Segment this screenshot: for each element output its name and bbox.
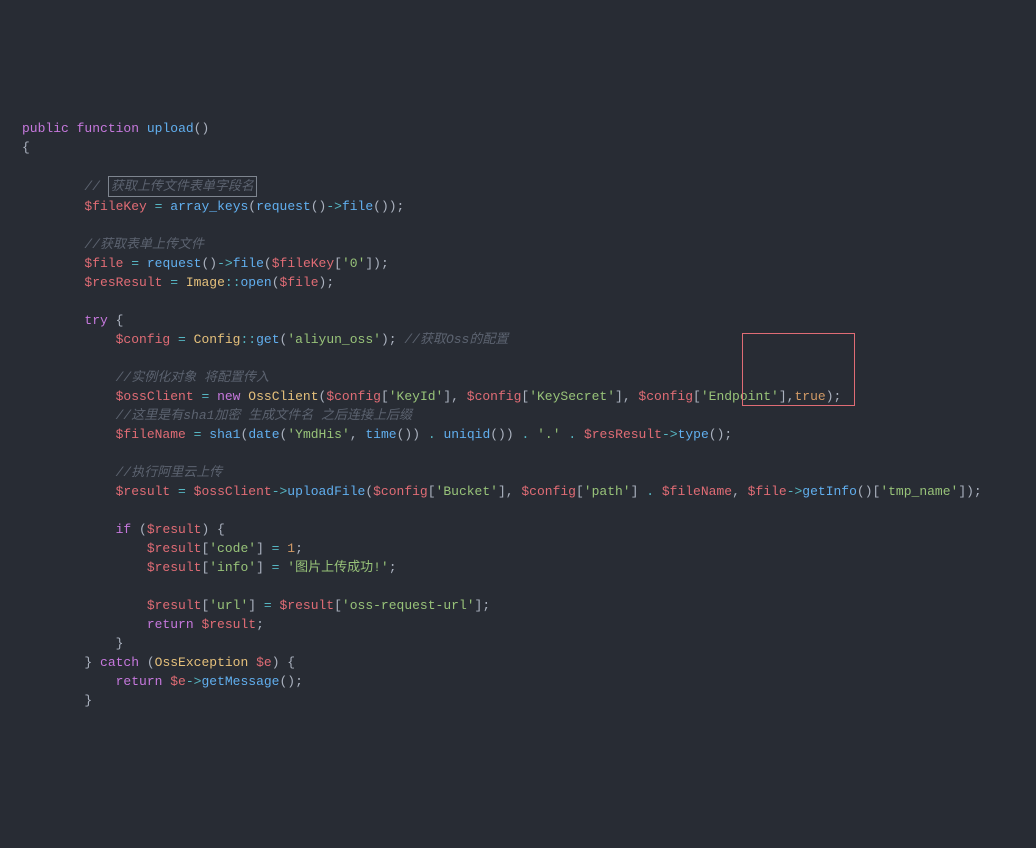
code-line: $result['info'] = '图片上传成功!'; xyxy=(22,558,1036,577)
code-editor[interactable]: public function upload(){ // 获取上传文件表单字段名… xyxy=(0,81,1036,748)
code-line: } xyxy=(22,691,1036,710)
code-line: { xyxy=(22,138,1036,157)
code-line xyxy=(22,216,1036,235)
code-line: return $result; xyxy=(22,615,1036,634)
code-line: //这里是有sha1加密 生成文件名 之后连接上后缀 xyxy=(22,406,1036,425)
code-line: $resResult = Image::open($file); xyxy=(22,273,1036,292)
code-line: // 获取上传文件表单字段名 xyxy=(22,176,1036,197)
code-line: $fileKey = array_keys(request()->file())… xyxy=(22,197,1036,216)
code-line: //获取表单上传文件 xyxy=(22,235,1036,254)
code-line: if ($result) { xyxy=(22,520,1036,539)
code-content: public function upload(){ // 获取上传文件表单字段名… xyxy=(0,119,1036,710)
code-line: public function upload() xyxy=(22,119,1036,138)
code-line: $config = Config::get('aliyun_oss'); //获… xyxy=(22,330,1036,349)
code-line xyxy=(22,444,1036,463)
code-line: //实例化对象 将配置传入 xyxy=(22,368,1036,387)
code-line: //执行阿里云上传 xyxy=(22,463,1036,482)
code-line: } catch (OssException $e) { xyxy=(22,653,1036,672)
code-line xyxy=(22,577,1036,596)
code-line xyxy=(22,292,1036,311)
code-line xyxy=(22,501,1036,520)
code-line: return $e->getMessage(); xyxy=(22,672,1036,691)
code-line: } xyxy=(22,634,1036,653)
code-line: $result = $ossClient->uploadFile($config… xyxy=(22,482,1036,501)
code-line: $result['code'] = 1; xyxy=(22,539,1036,558)
code-line: $fileName = sha1(date('YmdHis', time()) … xyxy=(22,425,1036,444)
highlighted-comment: 获取上传文件表单字段名 xyxy=(108,176,257,197)
code-line xyxy=(22,157,1036,176)
code-line: $file = request()->file($fileKey['0']); xyxy=(22,254,1036,273)
code-line: $ossClient = new OssClient($config['KeyI… xyxy=(22,387,1036,406)
code-line xyxy=(22,349,1036,368)
code-line: try { xyxy=(22,311,1036,330)
